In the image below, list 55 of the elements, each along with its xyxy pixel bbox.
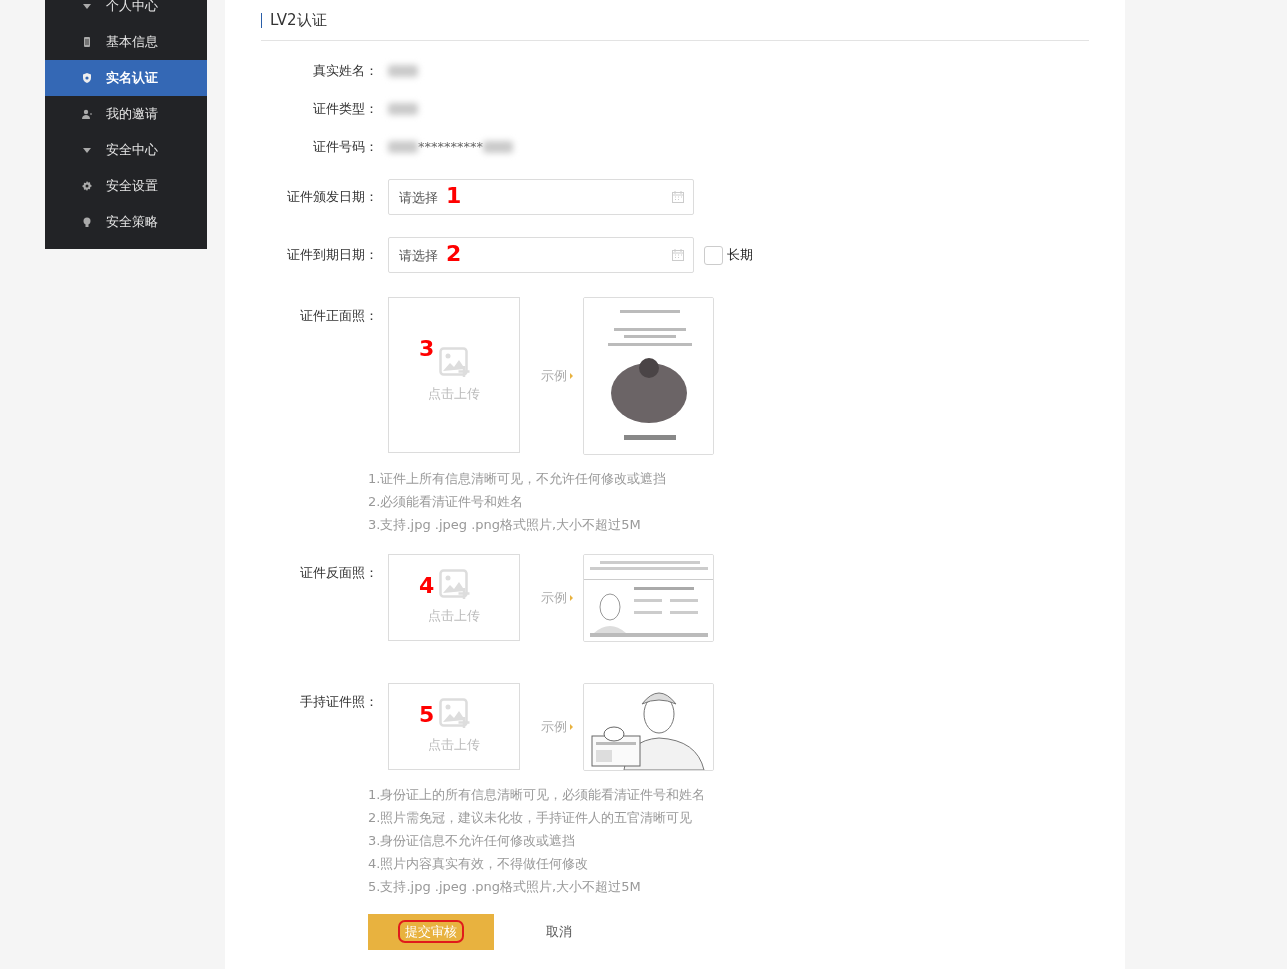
gear-icon xyxy=(82,181,92,191)
note-text: 5.支持.jpg .jpeg .png格式照片,大小不超过5M xyxy=(368,878,642,896)
cancel-button[interactable]: 取消 xyxy=(494,916,624,948)
sidebar-item[interactable]: 基本信息 xyxy=(45,24,207,60)
bulb-icon xyxy=(82,217,92,227)
page-title: LV2认证 xyxy=(261,12,327,28)
note-text: 1.身份证上的所有信息清晰可见，必须能看清证件号和姓名 xyxy=(368,786,707,804)
field-label: 证件正面照： xyxy=(299,307,378,325)
field-label: 证件类型： xyxy=(312,100,378,119)
checkbox[interactable] xyxy=(704,245,723,265)
annotation-number: 5 xyxy=(419,704,435,726)
triangle-icon xyxy=(570,373,573,379)
upload-box[interactable]: 点击上传 4 xyxy=(388,554,520,641)
redacted-mark xyxy=(483,141,513,153)
checkbox-label: 长期 xyxy=(727,246,753,265)
add-user-icon xyxy=(82,109,92,119)
note-text: 4.照片内容真实有效，不得做任何修改 xyxy=(368,855,590,873)
note-text: 2.必须能看清证件号和姓名 xyxy=(368,493,525,511)
annotation-number: 1 xyxy=(446,185,462,207)
document-icon xyxy=(82,37,92,47)
upload-box[interactable]: 点击上传 5 xyxy=(388,683,520,770)
upload-box[interactable]: 点击上传 3 xyxy=(388,297,520,453)
calendar-icon xyxy=(672,191,684,203)
note-text: 1.证件上所有信息清晰可见，不允许任何修改或遮挡 xyxy=(368,470,668,488)
field-label: 手持证件照： xyxy=(299,693,378,711)
annotation-number: 2 xyxy=(446,243,462,265)
sidebar-item[interactable]: 安全设置 xyxy=(45,168,207,204)
annotation-number: 3 xyxy=(419,338,435,360)
note-text: 2.照片需免冠，建议未化妆，手持证件人的五官清晰可见 xyxy=(368,809,694,827)
calendar-icon xyxy=(672,249,684,261)
upload-prompt: 点击上传 xyxy=(428,384,480,403)
sidebar-item[interactable]: 安全策略 xyxy=(45,204,207,240)
add-image-icon xyxy=(438,569,470,601)
example-label: 示例 xyxy=(541,718,567,737)
annotation-number: 4 xyxy=(419,575,435,597)
example-label: 示例 xyxy=(541,367,567,386)
upload-prompt: 点击上传 xyxy=(428,607,480,626)
triangle-icon xyxy=(570,724,573,730)
field-label: 证件颁发日期： xyxy=(286,188,378,207)
field-label: 证件反面照： xyxy=(299,564,378,582)
shield-icon xyxy=(82,73,92,83)
field-label: 证件到期日期： xyxy=(286,246,378,265)
field-label: 证件号码： xyxy=(312,138,378,157)
note-text: 3.支持.jpg .jpeg .png格式照片,大小不超过5M xyxy=(368,516,642,534)
field-value: ********** xyxy=(418,138,483,157)
triangle-icon xyxy=(570,595,573,601)
add-image-icon xyxy=(438,346,470,378)
field-label: 真实姓名： xyxy=(312,62,378,81)
note-text: 3.身份证信息不允许任何修改或遮挡 xyxy=(368,832,577,850)
example-label: 示例 xyxy=(541,589,567,608)
sidebar-item[interactable]: 实名认证 xyxy=(45,60,207,96)
sidebar-group-label[interactable]: 安全中心 xyxy=(106,140,158,160)
add-image-icon xyxy=(438,698,470,730)
upload-prompt: 点击上传 xyxy=(428,736,480,755)
sidebar-item[interactable]: 我的邀请 xyxy=(45,96,207,132)
